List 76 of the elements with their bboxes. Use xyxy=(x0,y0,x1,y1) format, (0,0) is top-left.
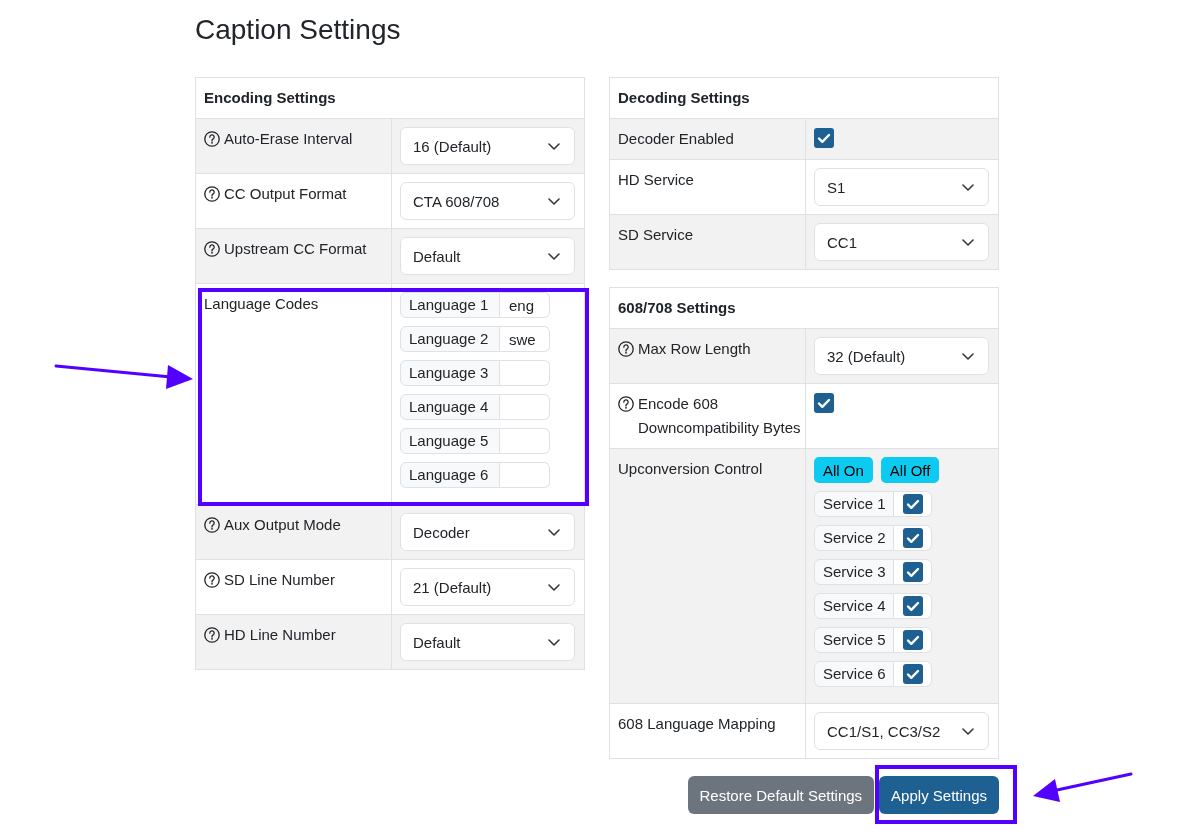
setting-label: SD Service xyxy=(618,225,694,245)
checkbox[interactable] xyxy=(902,630,923,650)
chevron-down-icon xyxy=(962,352,974,360)
checkbox[interactable] xyxy=(902,664,923,684)
checkbox[interactable] xyxy=(902,562,923,582)
page-title: Caption Settings xyxy=(195,13,401,47)
help-icon[interactable] xyxy=(618,341,634,357)
input-label: Language 5 xyxy=(400,428,500,454)
panel-title: Decoding Settings xyxy=(617,88,751,108)
language-code-field[interactable] xyxy=(500,462,550,488)
setting-label: HD Service xyxy=(618,170,694,190)
setting-label: 608 Language Mapping xyxy=(618,714,776,734)
setting-label: SD Line Number xyxy=(224,570,335,590)
checkbox[interactable] xyxy=(902,528,923,548)
chevron-down-icon xyxy=(962,727,974,735)
setting-label: Auto-Erase Interval xyxy=(224,129,353,149)
help-icon[interactable] xyxy=(204,131,220,147)
apply-button[interactable]: Apply Settings xyxy=(879,776,999,814)
chevron-down-icon xyxy=(962,183,974,191)
chevron-down-icon xyxy=(962,238,974,246)
chevron-down-icon xyxy=(548,252,560,260)
chevron-down-icon xyxy=(548,583,560,591)
language-code-field[interactable] xyxy=(500,394,550,420)
language-code-field[interactable]: eng xyxy=(500,292,550,318)
chevron-down-icon xyxy=(548,528,560,536)
help-icon[interactable] xyxy=(204,627,220,643)
checkbox[interactable] xyxy=(902,596,923,616)
panel-title: Encoding Settings xyxy=(203,88,337,108)
service-label: Service 1 xyxy=(814,491,894,517)
service-label: Service 3 xyxy=(814,559,894,585)
language-code-field[interactable] xyxy=(500,428,550,454)
setting-label: HD Line Number xyxy=(224,625,336,645)
help-icon[interactable] xyxy=(204,517,220,533)
dropdown[interactable]: Default xyxy=(400,623,575,661)
setting-label: Decoder Enabled xyxy=(618,129,734,149)
dropdown[interactable]: CTA 608/708 xyxy=(400,182,575,220)
toggle-all-button[interactable]: All On xyxy=(814,457,873,483)
dropdown[interactable]: CC1/S1, CC3/S2 xyxy=(814,712,989,750)
checkbox[interactable] xyxy=(814,128,834,148)
setting-label: Encode 608 Downcompatibility Bytes xyxy=(638,394,802,438)
dropdown[interactable]: Default xyxy=(400,237,575,275)
restore-button[interactable]: Restore Default Settings xyxy=(687,776,875,814)
input-label: Language 3 xyxy=(400,360,500,386)
help-icon[interactable] xyxy=(204,241,220,257)
dropdown[interactable]: S1 xyxy=(814,168,989,206)
setting-label: Upstream CC Format xyxy=(224,239,367,259)
setting-label: Aux Output Mode xyxy=(224,515,341,535)
help-icon[interactable] xyxy=(618,396,634,412)
dropdown[interactable]: CC1 xyxy=(814,223,989,261)
input-label: Language 6 xyxy=(400,462,500,488)
service-label: Service 2 xyxy=(814,525,894,551)
dropdown[interactable]: 16 (Default) xyxy=(400,127,575,165)
setting-label: Upconversion Control xyxy=(618,459,763,479)
chevron-down-icon xyxy=(548,142,560,150)
help-icon[interactable] xyxy=(204,186,220,202)
dropdown[interactable]: 21 (Default) xyxy=(400,568,575,606)
service-label: Service 5 xyxy=(814,627,894,653)
panel-title: 608/708 Settings xyxy=(617,298,737,318)
dropdown[interactable]: Decoder xyxy=(400,513,575,551)
language-code-field[interactable]: swe xyxy=(500,326,550,352)
setting-label: Language Codes xyxy=(204,294,319,314)
chevron-down-icon xyxy=(548,197,560,205)
service-label: Service 6 xyxy=(814,661,894,687)
toggle-all-button[interactable]: All Off xyxy=(880,457,940,483)
setting-label: Max Row Length xyxy=(638,339,751,359)
chevron-down-icon xyxy=(548,638,560,646)
checkbox[interactable] xyxy=(814,393,834,413)
setting-label: CC Output Format xyxy=(224,184,347,204)
language-code-field[interactable] xyxy=(500,360,550,386)
help-icon[interactable] xyxy=(204,572,220,588)
input-label: Language 1 xyxy=(400,292,500,318)
input-label: Language 4 xyxy=(400,394,500,420)
service-label: Service 4 xyxy=(814,593,894,619)
dropdown[interactable]: 32 (Default) xyxy=(814,337,989,375)
input-label: Language 2 xyxy=(400,326,500,352)
checkbox[interactable] xyxy=(902,494,923,514)
